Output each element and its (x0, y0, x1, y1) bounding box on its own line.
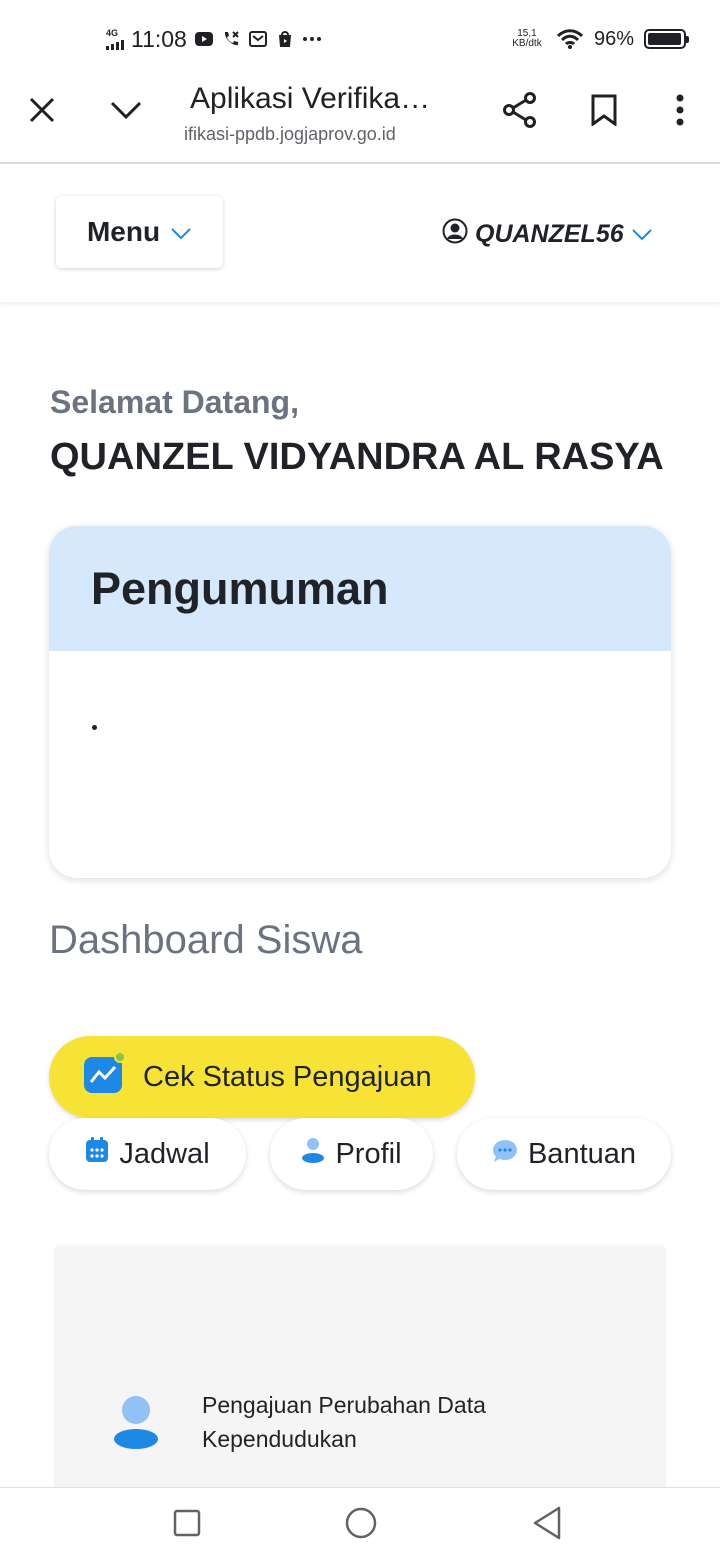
menu-label: Menu (86, 216, 161, 247)
help-label: Bantuan (527, 1137, 637, 1170)
schedule-button[interactable]: Jadwal (49, 1118, 246, 1190)
youtube-icon (194, 29, 214, 49)
status-bar: 4G 11:08 15,1 KB/dtk 96% (0, 0, 720, 76)
announcement-text (92, 725, 97, 730)
page-title[interactable]: Aplikasi Verifika… (190, 82, 450, 116)
network-type: 4G (106, 27, 119, 38)
back-button[interactable] (522, 1500, 572, 1550)
share-icon (503, 91, 537, 133)
close-icon (29, 97, 55, 128)
battery-percent: 96% (593, 27, 634, 50)
battery-icon (644, 29, 689, 49)
more-icon (302, 29, 322, 49)
user-account-menu[interactable]: QUANZEL56 (442, 216, 653, 252)
system-navigation-bar (0, 1487, 720, 1560)
square-icon (173, 1509, 201, 1542)
wifi-icon (556, 29, 584, 49)
service-card-label: Pengajuan Perubahan Data Kependudukan (202, 1388, 542, 1456)
status-bar-right: 15,1 KB/dtk 96% (508, 24, 689, 54)
triangle-back-icon (532, 1506, 562, 1545)
overflow-menu-button[interactable] (656, 88, 704, 136)
chevron-down-icon (631, 220, 653, 249)
dashboard-title: Dashboard Siswa (49, 918, 363, 962)
service-card[interactable]: Pengajuan Perubahan Data Kependudukan (56, 1246, 664, 1506)
profile-label: Profil (335, 1137, 402, 1170)
username: QUANZEL56 (475, 219, 624, 248)
person-icon (112, 1394, 160, 1450)
person-icon (301, 1137, 325, 1171)
message-icon (248, 29, 268, 49)
store-icon (275, 29, 295, 49)
user-circle-icon (442, 218, 468, 251)
browser-toolbar: Aplikasi Verifika… ifikasi-ppdb.jogjapro… (0, 76, 720, 164)
calendar-icon (85, 1137, 109, 1171)
status-bar-left: 4G 11:08 (106, 24, 322, 54)
network-speed: 15,1 KB/dtk (508, 29, 546, 49)
bookmark-icon (591, 94, 617, 131)
cellular-signal-icon: 4G (106, 27, 124, 50)
chart-icon (82, 1051, 126, 1103)
home-button[interactable] (336, 1500, 386, 1550)
announcement-header: Pengumuman (49, 526, 671, 651)
announcement-title: Pengumuman (91, 562, 389, 614)
help-button[interactable]: Bantuan (457, 1118, 671, 1190)
call-icon (221, 29, 241, 49)
network-speed-unit: KB/dtk (512, 38, 542, 49)
check-status-label: Cek Status Pengajuan (143, 1060, 432, 1093)
service-card-line1: Pengajuan Perubahan Data (202, 1392, 486, 1418)
student-name: QUANZEL VIDYANDRA AL RASYA (50, 436, 664, 478)
service-card-line2: Kependudukan (202, 1426, 357, 1452)
check-status-button[interactable]: Cek Status Pengajuan (49, 1036, 475, 1118)
chat-bubble-icon (492, 1138, 518, 1171)
welcome-greeting: Selamat Datang, (50, 384, 299, 420)
site-header: Menu QUANZEL56 (0, 164, 720, 302)
share-button[interactable] (496, 88, 544, 136)
announcement-card: Pengumuman (49, 526, 671, 878)
page-url[interactable]: ifikasi-ppdb.jogjaprov.go.id (184, 124, 396, 145)
clock: 11:08 (131, 25, 187, 52)
bookmark-button[interactable] (580, 88, 628, 136)
collapse-button[interactable] (102, 88, 150, 136)
more-vert-icon (676, 94, 684, 131)
profile-button[interactable]: Profil (270, 1118, 433, 1190)
announcement-body (49, 651, 671, 878)
recents-button[interactable] (162, 1500, 212, 1550)
chevron-down-icon (170, 216, 192, 248)
close-tab-button[interactable] (18, 88, 66, 136)
menu-button[interactable]: Menu (56, 196, 223, 268)
schedule-label: Jadwal (119, 1137, 210, 1170)
chevron-down-icon (110, 100, 142, 125)
circle-icon (345, 1507, 377, 1544)
